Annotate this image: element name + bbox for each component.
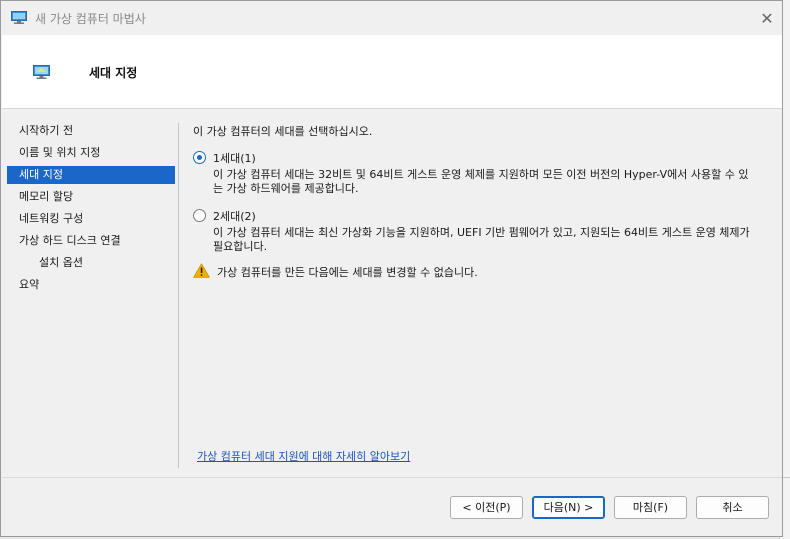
footer-divider <box>2 477 782 478</box>
cancel-button[interactable]: 취소 <box>696 496 769 519</box>
page-header: 세대 지정 <box>2 35 782 109</box>
warning-text: 가상 컴퓨터를 만든 다음에는 세대를 변경할 수 없습니다. <box>217 266 478 279</box>
finish-button[interactable]: 마침(F) <box>614 496 687 519</box>
vm-monitor-icon <box>33 65 50 79</box>
wizard-steps-nav: 시작하기 전 이름 및 위치 지정 세대 지정 메모리 할당 네트워킹 구성 가… <box>2 109 176 489</box>
sidebar-divider <box>178 123 179 468</box>
nav-item-before-you-begin[interactable]: 시작하기 전 <box>13 122 175 140</box>
generation-prompt: 이 가상 컴퓨터의 세대를 선택하십시오. <box>193 125 373 138</box>
warning-icon <box>193 263 210 278</box>
generation-2-label[interactable]: 2세대(2) <box>213 208 256 224</box>
wizard-window: 새 가상 컴퓨터 마법사 ✕ 세대 지정 시작하기 전 이름 및 위치 지정 세… <box>0 0 783 537</box>
vm-monitor-icon <box>11 11 27 24</box>
close-icon: ✕ <box>760 8 774 28</box>
nav-item-installation-options[interactable]: 설치 옵션 <box>13 254 175 272</box>
learn-more-link[interactable]: 가상 컴퓨터 세대 지원에 대해 자세히 알아보기 <box>197 448 410 464</box>
previous-button[interactable]: < 이전(P) <box>450 496 523 519</box>
page-title: 세대 지정 <box>89 66 138 80</box>
generation-2-description: 이 가상 컴퓨터 세대는 최신 가상화 기능을 지원하며, UEFI 기반 펌웨… <box>213 226 750 253</box>
nav-item-specify-generation[interactable]: 세대 지정 <box>7 166 175 184</box>
window-title: 새 가상 컴퓨터 마법사 <box>35 12 146 26</box>
nav-item-configure-networking[interactable]: 네트워킹 구성 <box>13 210 175 228</box>
next-button[interactable]: 다음(N) > <box>532 496 605 519</box>
nav-item-connect-virtual-disk[interactable]: 가상 하드 디스크 연결 <box>13 232 175 250</box>
nav-item-name-location[interactable]: 이름 및 위치 지정 <box>13 144 175 162</box>
nav-item-assign-memory[interactable]: 메모리 할당 <box>13 188 175 206</box>
close-button[interactable]: ✕ <box>752 1 782 35</box>
generation-1-label[interactable]: 1세대(1) <box>213 150 256 166</box>
generation-2-radio[interactable] <box>193 209 206 222</box>
nav-item-summary[interactable]: 요약 <box>13 276 175 294</box>
generation-1-radio[interactable] <box>193 151 206 164</box>
generation-1-description: 이 가상 컴퓨터 세대는 32비트 및 64비트 게스트 운영 체제를 지원하며… <box>213 168 749 195</box>
title-bar[interactable]: 새 가상 컴퓨터 마법사 ✕ <box>1 1 782 35</box>
